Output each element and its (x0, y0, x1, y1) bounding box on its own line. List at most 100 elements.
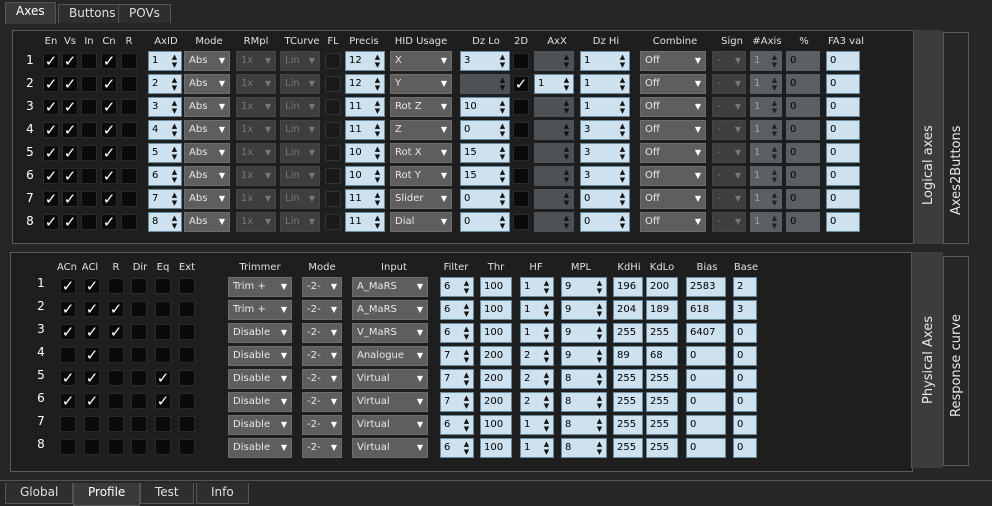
fa3-value-field[interactable]: 0 (826, 120, 860, 140)
in-checkbox[interactable] (81, 191, 97, 207)
arrow-up-icon[interactable]: ▲ (170, 53, 179, 61)
acl-checkbox[interactable] (84, 439, 100, 455)
base-field[interactable]: 0 (733, 369, 757, 389)
en-checkbox[interactable]: ✓ (43, 53, 59, 69)
arrow-up-icon[interactable]: ▲ (618, 168, 627, 176)
mode-dropdown[interactable]: Abs ▼ (184, 74, 230, 94)
bias-field[interactable]: 0 (686, 392, 726, 412)
cn-checkbox[interactable]: ✓ (101, 145, 117, 161)
spin-arrows-icon[interactable]: ▲ ▼ (542, 417, 551, 433)
arrow-up-icon[interactable]: ▲ (170, 76, 179, 84)
in-checkbox[interactable] (81, 122, 97, 138)
arrow-up-icon[interactable]: ▲ (462, 325, 471, 333)
mpl-spinner[interactable]: 8 ▲ ▼ (561, 415, 607, 435)
arrow-down-icon[interactable]: ▼ (170, 153, 179, 161)
2d-checkbox[interactable]: ✓ (513, 76, 529, 92)
spin-arrows-icon[interactable]: ▲ ▼ (595, 325, 604, 341)
hf-spinner[interactable]: 1 ▲ ▼ (520, 415, 554, 435)
arrow-up-icon[interactable]: ▲ (542, 394, 551, 402)
arrow-down-icon[interactable]: ▼ (170, 222, 179, 230)
eq-checkbox[interactable]: ✓ (155, 393, 171, 409)
fl-checkbox[interactable] (325, 191, 341, 207)
cn-checkbox[interactable]: ✓ (101, 191, 117, 207)
kdlo-field[interactable]: 68 (646, 346, 678, 366)
vs-checkbox[interactable]: ✓ (62, 76, 78, 92)
dir-checkbox[interactable] (131, 370, 147, 386)
arrow-down-icon[interactable]: ▼ (542, 310, 551, 318)
percent-field[interactable]: 0 (786, 74, 820, 94)
base-field[interactable]: 0 (733, 415, 757, 435)
fl-checkbox[interactable] (325, 145, 341, 161)
vs-checkbox[interactable]: ✓ (62, 214, 78, 230)
en-checkbox[interactable]: ✓ (43, 145, 59, 161)
acn-checkbox[interactable]: ✓ (60, 370, 76, 386)
eq-checkbox[interactable] (155, 439, 171, 455)
arrow-up-icon[interactable]: ▲ (562, 145, 571, 153)
ext-checkbox[interactable] (179, 347, 195, 363)
arrow-down-icon[interactable]: ▼ (562, 107, 571, 115)
arrow-down-icon[interactable]: ▼ (595, 356, 604, 364)
kdlo-field[interactable]: 255 (646, 369, 678, 389)
dir-checkbox[interactable] (131, 347, 147, 363)
combine-dropdown[interactable]: Off ▼ (640, 97, 706, 117)
arrow-down-icon[interactable]: ▼ (373, 153, 382, 161)
trimmer-dropdown[interactable]: Disable ▼ (228, 438, 292, 458)
arrow-down-icon[interactable]: ▼ (562, 130, 571, 138)
spin-arrows-icon[interactable]: ▲ ▼ (562, 76, 571, 92)
dzlo-spinner[interactable]: 3 ▲ ▼ (460, 51, 510, 71)
spin-arrows-icon[interactable]: ▲ ▼ (595, 440, 604, 456)
arrow-down-icon[interactable]: ▼ (498, 199, 507, 207)
spin-arrows-icon[interactable]: ▲ ▼ (618, 145, 627, 161)
arrow-down-icon[interactable]: ▼ (542, 402, 551, 410)
arrow-up-icon[interactable]: ▲ (562, 168, 571, 176)
arrow-down-icon[interactable]: ▼ (373, 176, 382, 184)
arrow-down-icon[interactable]: ▼ (462, 356, 471, 364)
bias-field[interactable]: 0 (686, 438, 726, 458)
acn-checkbox[interactable]: ✓ (60, 301, 76, 317)
arrow-up-icon[interactable]: ▲ (542, 348, 551, 356)
arrow-up-icon[interactable]: ▲ (373, 191, 382, 199)
bias-field[interactable]: 6407 (686, 323, 726, 343)
arrow-up-icon[interactable]: ▲ (462, 394, 471, 402)
spin-arrows-icon[interactable]: ▲ ▼ (498, 122, 507, 138)
spin-arrows-icon[interactable]: ▲ ▼ (542, 348, 551, 364)
spin-arrows-icon[interactable]: ▲ ▼ (562, 122, 571, 138)
filter-spinner[interactable]: 6 ▲ ▼ (440, 415, 474, 435)
hid-usage-dropdown[interactable]: Rot Y ▼ (390, 166, 452, 186)
arrow-up-icon[interactable]: ▲ (770, 145, 779, 153)
dzlo-spinner[interactable]: 10 ▲ ▼ (460, 97, 510, 117)
cn-checkbox[interactable]: ✓ (101, 53, 117, 69)
acl-checkbox[interactable]: ✓ (84, 301, 100, 317)
arrow-up-icon[interactable]: ▲ (170, 168, 179, 176)
spin-arrows-icon[interactable]: ▲ ▼ (770, 76, 779, 92)
mode-dropdown[interactable]: Abs ▼ (184, 189, 230, 209)
ext-checkbox[interactable] (179, 370, 195, 386)
fa3-value-field[interactable]: 0 (826, 143, 860, 163)
spin-arrows-icon[interactable]: ▲ ▼ (170, 191, 179, 207)
en-checkbox[interactable]: ✓ (43, 99, 59, 115)
arrow-up-icon[interactable]: ▲ (542, 279, 551, 287)
kdhi-field[interactable]: 204 (613, 300, 643, 320)
axes2buttons-side-tab[interactable]: Axes2Buttons (943, 32, 969, 244)
mpl-spinner[interactable]: 9 ▲ ▼ (561, 277, 607, 297)
hf-spinner[interactable]: 2 ▲ ▼ (520, 392, 554, 412)
mpl-spinner[interactable]: 8 ▲ ▼ (561, 369, 607, 389)
mode-dropdown[interactable]: Abs ▼ (184, 212, 230, 232)
spin-arrows-icon[interactable]: ▲ ▼ (462, 417, 471, 433)
acl-checkbox[interactable]: ✓ (84, 393, 100, 409)
arrow-up-icon[interactable]: ▲ (170, 191, 179, 199)
arrow-up-icon[interactable]: ▲ (770, 76, 779, 84)
arrow-up-icon[interactable]: ▲ (498, 145, 507, 153)
axx-spinner[interactable]: ▲ ▼ (534, 166, 574, 186)
arrow-down-icon[interactable]: ▼ (770, 130, 779, 138)
filter-spinner[interactable]: 7 ▲ ▼ (440, 346, 474, 366)
hf-spinner[interactable]: 2 ▲ ▼ (520, 369, 554, 389)
arrow-down-icon[interactable]: ▼ (770, 176, 779, 184)
arrow-down-icon[interactable]: ▼ (170, 130, 179, 138)
precis-spinner[interactable]: 11 ▲ ▼ (345, 212, 385, 232)
arrow-down-icon[interactable]: ▼ (170, 199, 179, 207)
mode-dropdown[interactable]: Abs ▼ (184, 51, 230, 71)
spin-arrows-icon[interactable]: ▲ ▼ (498, 191, 507, 207)
tab-profile[interactable]: Profile (73, 483, 141, 506)
tab-axes[interactable]: Axes (5, 2, 56, 24)
